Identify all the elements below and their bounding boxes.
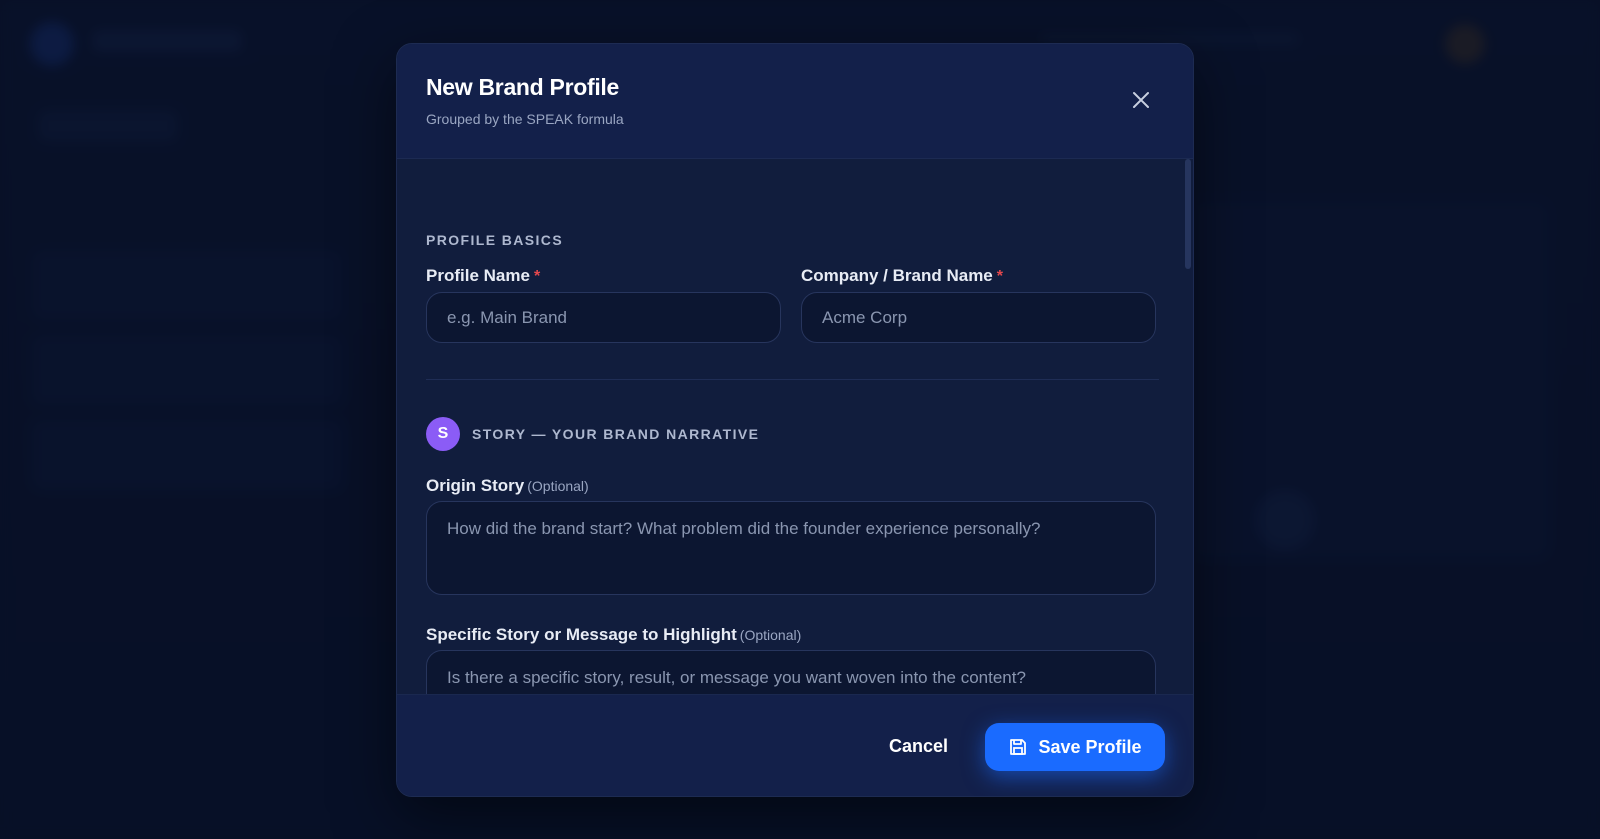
specific-story-label-text: Specific Story or Message to Highlight — [426, 625, 737, 644]
section-profile-basics: PROFILE BASICS — [426, 232, 564, 248]
origin-story-label-text: Origin Story — [426, 476, 525, 495]
modal-body[interactable]: PROFILE BASICS Profile Name* Company / B… — [397, 159, 1193, 737]
company-name-label-text: Company / Brand Name — [801, 266, 993, 285]
close-icon — [1133, 92, 1149, 108]
profile-name-label-text: Profile Name — [426, 266, 530, 285]
save-profile-label: Save Profile — [1038, 736, 1142, 757]
origin-story-label: Origin Story (Optional) — [426, 476, 589, 496]
save-profile-button[interactable]: Save Profile — [985, 723, 1165, 771]
modal-subtitle: Grouped by the SPEAK formula — [426, 111, 624, 127]
section-story: STORY — YOUR BRAND NARRATIVE — [472, 426, 760, 442]
profile-name-label: Profile Name * — [426, 266, 540, 286]
optional-marker: (Optional) — [527, 478, 589, 494]
modal-header: New Brand Profile Grouped by the SPEAK f… — [397, 44, 1193, 159]
story-badge: S — [426, 417, 460, 451]
company-name-label: Company / Brand Name * — [801, 266, 1003, 286]
origin-story-textarea[interactable] — [426, 501, 1156, 595]
modal-footer: Cancel Save Profile — [397, 694, 1193, 796]
modal-title: New Brand Profile — [426, 74, 619, 100]
new-brand-profile-modal: New Brand Profile Grouped by the SPEAK f… — [396, 43, 1194, 797]
cancel-button[interactable]: Cancel — [873, 726, 964, 766]
save-icon — [1010, 739, 1027, 755]
required-marker: * — [533, 268, 541, 285]
specific-story-label: Specific Story or Message to Highlight (O… — [426, 625, 801, 645]
close-button[interactable] — [1129, 88, 1153, 112]
company-name-input[interactable] — [801, 292, 1156, 343]
section-divider — [426, 379, 1159, 380]
required-marker: * — [996, 268, 1003, 285]
story-section-header: S STORY — YOUR BRAND NARRATIVE — [426, 417, 759, 451]
profile-name-input[interactable] — [426, 292, 781, 343]
optional-marker: (Optional) — [739, 627, 802, 643]
modal-scrollbar[interactable] — [1185, 159, 1191, 269]
